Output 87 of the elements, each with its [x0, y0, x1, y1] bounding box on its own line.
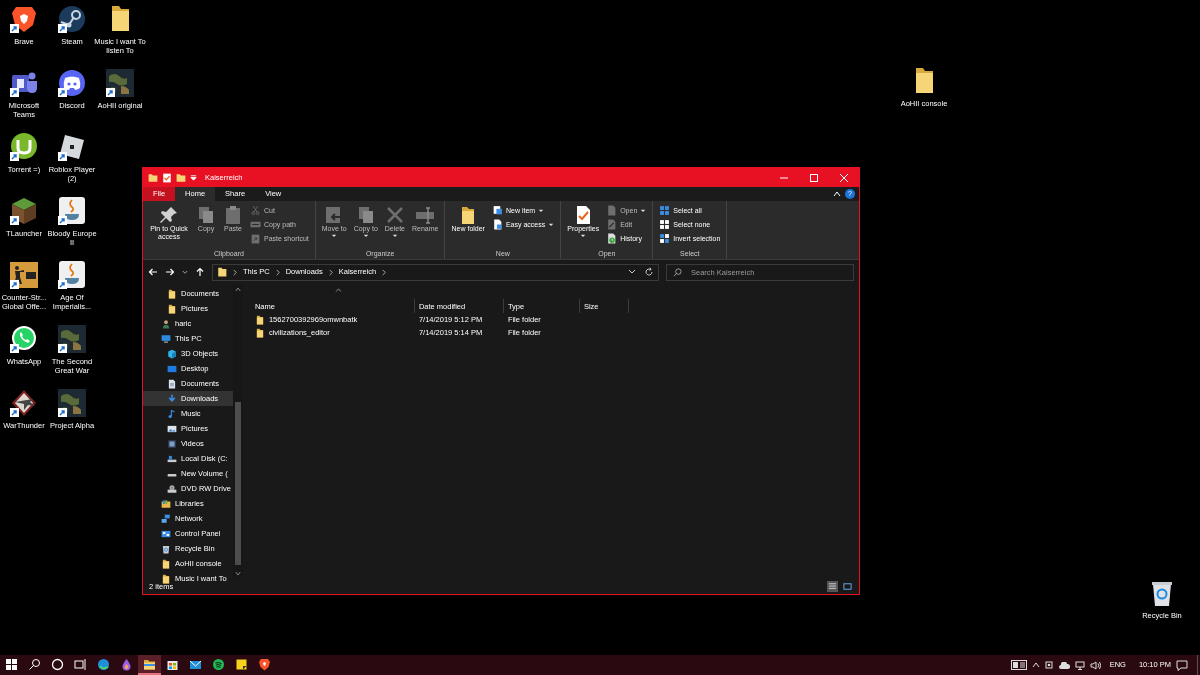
- sort-icon: [334, 288, 342, 292]
- circle-icon: [51, 657, 64, 671]
- browser-icon: [97, 657, 110, 671]
- folder-icon: [143, 657, 156, 671]
- shield-icon[interactable]: [9, 4, 39, 34]
- details-view-icon: [828, 582, 837, 591]
- app-icon[interactable]: [57, 132, 87, 162]
- map-icon[interactable]: [105, 68, 135, 98]
- document-icon: [606, 205, 618, 216]
- notification-icon[interactable]: [1176, 659, 1188, 671]
- document-icon: [167, 378, 177, 389]
- soldier-icon[interactable]: [9, 260, 39, 290]
- controller-icon[interactable]: [57, 68, 87, 98]
- desktop-icon: [167, 363, 177, 374]
- windows-icon: [5, 657, 18, 671]
- copy-icon: [196, 205, 216, 225]
- edit-icon: [606, 219, 618, 230]
- delete-icon: [384, 205, 405, 225]
- cloud-icon[interactable]: [1058, 661, 1070, 669]
- music-note-icon: [167, 408, 177, 419]
- chevron-right-icon[interactable]: [327, 268, 334, 276]
- taskbar-button[interactable]: [138, 655, 161, 675]
- cube-icon: [167, 348, 177, 359]
- app-icon[interactable]: [9, 132, 39, 162]
- select-all-icon: [659, 205, 671, 216]
- drop-icon: [120, 657, 133, 671]
- volume-icon[interactable]: [1089, 660, 1101, 670]
- monitor-icon: [161, 333, 171, 344]
- invert-selection-icon: [659, 233, 671, 244]
- maximize-icon: [808, 171, 820, 184]
- network-icon[interactable]: [1074, 660, 1085, 670]
- network-icon: [161, 513, 171, 524]
- plane-icon[interactable]: [9, 388, 39, 418]
- note-icon: [235, 657, 248, 671]
- picture-icon: [167, 423, 177, 434]
- folder-icon: [254, 314, 265, 325]
- folder-icon: [161, 558, 171, 569]
- download-icon: [167, 393, 177, 404]
- chevron-right-icon[interactable]: [232, 268, 238, 276]
- search-icon: [28, 657, 41, 671]
- caret-icon[interactable]: [628, 269, 636, 275]
- grass-block-icon[interactable]: [9, 196, 39, 226]
- back-arrow-icon[interactable]: [148, 267, 158, 277]
- shield-icon: [258, 657, 271, 671]
- recycle-bin-icon: [161, 543, 171, 554]
- new-item-icon: [491, 205, 503, 216]
- phone-icon[interactable]: [9, 324, 39, 354]
- history-icon: [606, 233, 618, 244]
- forward-arrow-icon[interactable]: [165, 267, 175, 277]
- person-icon: [161, 318, 171, 329]
- coffee-cup-icon[interactable]: [57, 260, 87, 290]
- document-icon: [491, 219, 503, 230]
- chevron-right-icon[interactable]: [274, 268, 281, 276]
- map-icon[interactable]: [57, 324, 87, 354]
- scissors-icon: [250, 205, 261, 216]
- camera-icon[interactable]: [1044, 660, 1054, 670]
- folder-icon: [167, 288, 177, 299]
- folder-icon: [254, 327, 265, 338]
- video-icon: [167, 438, 177, 449]
- view-button[interactable]: [827, 581, 838, 592]
- select-none-icon: [659, 219, 671, 230]
- folder-icon: [161, 573, 171, 584]
- disc-drive-icon: [167, 483, 177, 494]
- view-button[interactable]: [842, 581, 853, 592]
- news-icon[interactable]: [1010, 660, 1027, 670]
- scrollbar-thumb[interactable]: [234, 402, 241, 565]
- map-icon[interactable]: [57, 388, 87, 418]
- up-arrow-icon[interactable]: [195, 267, 205, 277]
- library-icon: [161, 498, 171, 509]
- app-icon[interactable]: [57, 4, 87, 34]
- drive-icon: [167, 453, 177, 464]
- close-icon: [838, 171, 850, 184]
- pin-icon: [159, 205, 179, 225]
- tiles-view-icon: [843, 582, 852, 591]
- task-view-icon: [74, 657, 87, 671]
- refresh-icon[interactable]: [644, 267, 654, 277]
- shortcut-icon: [250, 233, 261, 244]
- control-panel-icon: [161, 528, 171, 539]
- rename-icon: [415, 205, 436, 225]
- clipboard-icon: [223, 205, 243, 225]
- chevron-right-icon[interactable]: [381, 268, 388, 276]
- folder-icon: [217, 267, 227, 277]
- music-app-icon: [212, 657, 225, 671]
- path-icon: [250, 219, 261, 230]
- folder-icon: [167, 303, 177, 314]
- properties-icon[interactable]: [162, 172, 172, 183]
- coffee-cup-icon[interactable]: [57, 196, 87, 226]
